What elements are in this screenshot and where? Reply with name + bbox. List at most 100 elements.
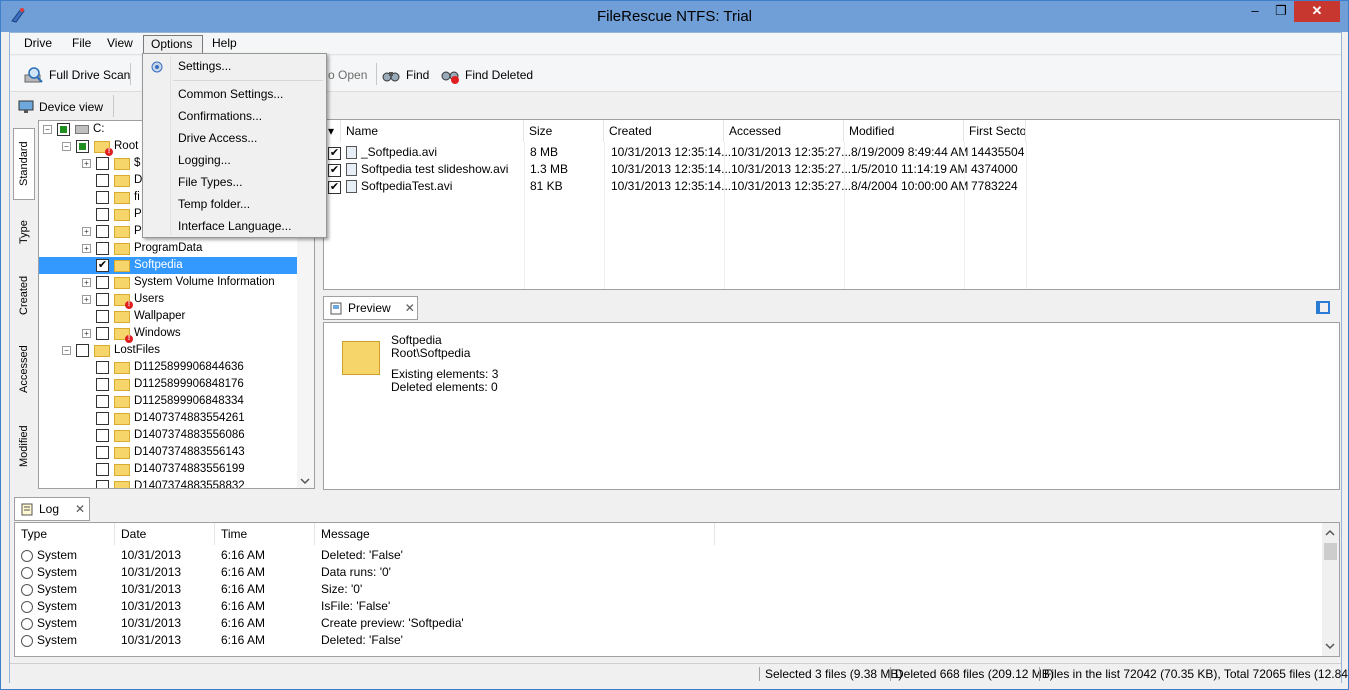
- title-bar[interactable]: FileRescue NTFS: Trial – ❐ ✕: [1, 1, 1348, 32]
- menu-options[interactable]: Options: [143, 35, 203, 54]
- menu-file[interactable]: File: [65, 35, 98, 54]
- tree-checkbox[interactable]: [96, 225, 109, 238]
- tree-checkbox[interactable]: [96, 395, 109, 408]
- menu-item-interface-language[interactable]: Interface Language...: [178, 216, 291, 236]
- log-header-time[interactable]: Time: [215, 523, 315, 545]
- log-header-date[interactable]: Date: [115, 523, 215, 545]
- tree-checkbox[interactable]: [96, 157, 109, 170]
- tree-checkbox[interactable]: [96, 327, 109, 340]
- tree-item-drive[interactable]: − C:: [43, 121, 105, 138]
- scroll-thumb[interactable]: [1324, 543, 1337, 560]
- tree-checkbox[interactable]: [96, 310, 109, 323]
- tree-checkbox-checked[interactable]: ✔: [96, 259, 109, 272]
- tree-item[interactable]: D1407374883558832: [96, 478, 245, 488]
- column-header-first-sector[interactable]: First Sector: [964, 120, 1026, 142]
- tree-item[interactable]: Wallpaper: [96, 308, 185, 325]
- expand-icon[interactable]: +: [82, 278, 91, 287]
- tree-checkbox[interactable]: [96, 174, 109, 187]
- expand-icon[interactable]: +: [82, 227, 91, 236]
- close-preview-icon[interactable]: ✕: [405, 301, 415, 315]
- tree-item[interactable]: D1125899906844636: [96, 359, 244, 376]
- tree-checkbox[interactable]: [96, 446, 109, 459]
- log-header-type[interactable]: Type: [15, 523, 115, 545]
- expand-icon[interactable]: +: [82, 244, 91, 253]
- tree-checkbox[interactable]: [96, 463, 109, 476]
- tree-item[interactable]: D: [96, 172, 142, 189]
- log-list[interactable]: Type Date Time Message System 10/31/2013…: [14, 522, 1340, 657]
- log-row[interactable]: System: [21, 632, 77, 649]
- column-header-created[interactable]: Created: [604, 120, 724, 142]
- tree-item-lostfiles[interactable]: − LostFiles: [62, 342, 160, 359]
- tree-item[interactable]: D1407374883556143: [96, 444, 245, 461]
- tree-item[interactable]: Pe: [96, 206, 148, 223]
- tab-log[interactable]: Log ✕: [14, 497, 90, 521]
- tree-item[interactable]: + Windows: [82, 325, 181, 343]
- collapse-icon[interactable]: −: [62, 142, 71, 151]
- tree-checkbox[interactable]: [57, 123, 70, 136]
- tree-checkbox[interactable]: [96, 412, 109, 425]
- tree-item[interactable]: D1407374883556199: [96, 461, 245, 478]
- tab-accessed[interactable]: Accessed: [13, 333, 35, 405]
- tree-checkbox[interactable]: [96, 242, 109, 255]
- tree-checkbox[interactable]: [96, 276, 109, 289]
- menu-item-temp-folder[interactable]: Temp folder...: [178, 194, 250, 214]
- tree-checkbox[interactable]: [96, 208, 109, 221]
- pane-toggle-icon[interactable]: [1316, 301, 1330, 314]
- tree-item[interactable]: + $: [82, 155, 140, 172]
- scroll-down-icon[interactable]: [300, 477, 310, 485]
- find-button[interactable]: Find: [381, 64, 429, 86]
- tree-item[interactable]: + Pr: [82, 223, 146, 240]
- collapse-icon[interactable]: −: [43, 125, 52, 134]
- expand-icon[interactable]: +: [82, 295, 91, 304]
- tree-checkbox[interactable]: [96, 480, 109, 488]
- close-button[interactable]: ✕: [1294, 1, 1340, 22]
- scroll-up-icon[interactable]: [1325, 529, 1335, 537]
- log-row[interactable]: System: [21, 581, 77, 598]
- menu-item-logging[interactable]: Logging...: [178, 150, 231, 170]
- tree-checkbox[interactable]: [96, 361, 109, 374]
- column-header-accessed[interactable]: Accessed: [724, 120, 844, 142]
- column-header-size[interactable]: Size: [524, 120, 604, 142]
- menu-item-common-settings[interactable]: Common Settings...: [178, 84, 283, 104]
- log-row[interactable]: System: [21, 598, 77, 615]
- log-row[interactable]: System: [21, 615, 77, 632]
- tree-item[interactable]: D1407374883556086: [96, 427, 245, 444]
- menu-item-confirmations[interactable]: Confirmations...: [178, 106, 262, 126]
- row-checkbox[interactable]: ✔: [328, 181, 341, 194]
- file-list[interactable]: ▾ Name Size Created Accessed Modified Fi…: [323, 119, 1340, 290]
- tab-type[interactable]: Type: [13, 206, 35, 258]
- tree-item[interactable]: D1125899906848334: [96, 393, 244, 410]
- tab-standard[interactable]: Standard: [13, 128, 35, 200]
- minimize-button[interactable]: –: [1242, 1, 1268, 22]
- open-button[interactable]: o Open: [328, 64, 367, 86]
- tree-item[interactable]: + Users: [82, 291, 164, 309]
- tab-created[interactable]: Created: [13, 264, 35, 326]
- close-log-icon[interactable]: ✕: [75, 502, 85, 516]
- tree-checkbox[interactable]: [96, 191, 109, 204]
- tree-item[interactable]: D1407374883554261: [96, 410, 245, 427]
- tree-checkbox[interactable]: [96, 293, 109, 306]
- tree-item[interactable]: + System Volume Information: [82, 274, 275, 291]
- log-row[interactable]: System: [21, 547, 77, 564]
- tree-item-softpedia[interactable]: ✔ Softpedia: [39, 257, 298, 274]
- log-row[interactable]: System: [21, 564, 77, 581]
- menu-help[interactable]: Help: [205, 35, 244, 54]
- collapse-icon[interactable]: −: [62, 346, 71, 355]
- column-header-name[interactable]: Name: [341, 120, 524, 142]
- row-checkbox[interactable]: ✔: [328, 147, 341, 160]
- tree-checkbox[interactable]: [76, 344, 89, 357]
- tree-checkbox[interactable]: [96, 378, 109, 391]
- row-checkbox[interactable]: ✔: [328, 164, 341, 177]
- tree-item[interactable]: fi: [96, 189, 140, 206]
- tab-preview[interactable]: Preview ✕: [323, 296, 418, 320]
- device-view-button[interactable]: Device view: [18, 96, 103, 118]
- tab-modified[interactable]: Modified: [13, 411, 35, 481]
- menu-drive[interactable]: Drive: [17, 35, 59, 54]
- log-scrollbar[interactable]: [1322, 523, 1339, 656]
- scroll-down-icon[interactable]: [1325, 642, 1335, 650]
- tree-checkbox[interactable]: [76, 140, 89, 153]
- menu-item-settings[interactable]: Settings...: [178, 56, 231, 76]
- column-header-modified[interactable]: Modified: [844, 120, 964, 142]
- find-deleted-button[interactable]: Find Deleted: [440, 64, 533, 86]
- menu-view[interactable]: View: [100, 35, 140, 54]
